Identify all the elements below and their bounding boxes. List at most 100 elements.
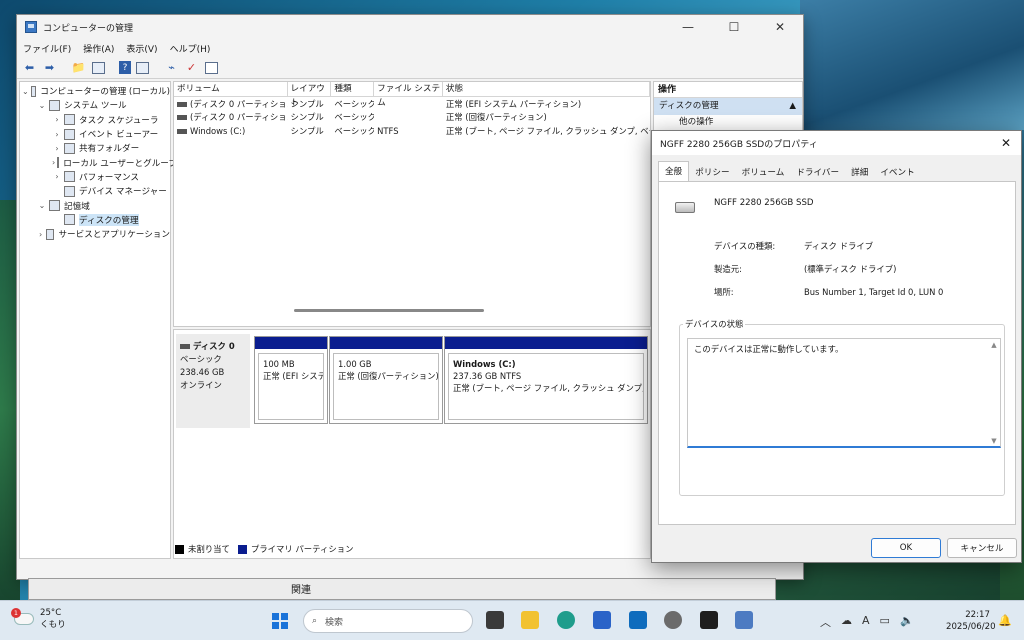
minimize-button[interactable]: — <box>665 15 711 39</box>
menu-action[interactable]: 操作(A) <box>83 42 114 55</box>
table-cell: (ディスク 0 パーティション 1) <box>174 98 288 110</box>
menu-view[interactable]: 表示(V) <box>126 42 157 55</box>
computer-management-taskbar-icon[interactable] <box>735 611 753 629</box>
table-row[interactable]: (ディスク 0 パーティション 3)シンプルベーシック 正常 (回復パーティション… <box>174 111 650 125</box>
menu-file[interactable]: ファイル(F) <box>23 42 71 55</box>
tree-node-icon <box>46 228 55 240</box>
table-cell-text: シンプル <box>290 112 324 123</box>
tree-expander-icon[interactable]: ⌄ <box>37 201 47 210</box>
show-hide-tree-icon[interactable] <box>90 60 107 76</box>
tab-events[interactable]: イベント <box>874 163 920 181</box>
tree-item[interactable]: › イベント ビューアー <box>20 127 170 141</box>
weather-widget[interactable]: 1 25°C くもり <box>11 607 66 631</box>
properties-dialog: NGFF 2280 256GB SSDのプロパティ ✕ 全般 ポリシー ボリュー… <box>651 130 1022 563</box>
tree-item[interactable]: ディスクの管理 <box>20 213 170 227</box>
tree-node-icon <box>64 214 75 226</box>
table-cell: (ディスク 0 パーティション 3) <box>174 111 288 123</box>
tree-node-icon <box>64 114 75 126</box>
chevron-up-icon[interactable]: ︿ <box>820 614 831 630</box>
tree-item[interactable]: › サービスとアプリケーション <box>20 227 170 241</box>
partition-recovery[interactable]: 1.00 GB 正常 (回復パーティション) <box>329 336 443 424</box>
table-row[interactable]: Windows (C:) シンプル ベーシック NTFS 正常 (ブート, ページ ファ… <box>174 124 650 138</box>
show-action-pane-icon[interactable] <box>134 60 151 76</box>
tree-expander-icon[interactable]: ⌄ <box>22 87 29 96</box>
cancel-button[interactable]: キャンセル <box>947 538 1017 558</box>
table-cell: 正常 (ブート, ページ ファイル, クラッシュ ダンプ, ベーシック デ <box>443 125 650 137</box>
settings-gear-icon[interactable] <box>664 611 682 629</box>
scroll-up-icon[interactable]: ▲ <box>989 341 999 349</box>
partition-efi[interactable]: 100 MB 正常 (EFI システム <box>254 336 328 424</box>
tree-node-icon <box>64 185 75 197</box>
col-layout[interactable]: レイアウト <box>288 82 332 108</box>
tree-expander-icon[interactable]: › <box>37 230 44 239</box>
help-icon[interactable]: ? <box>119 61 131 74</box>
tab-policy[interactable]: ポリシー <box>689 163 735 181</box>
ok-button[interactable]: OK <box>871 538 941 558</box>
menu-bar: ファイル(F) 操作(A) 表示(V) ヘルプ(H) <box>17 39 803 57</box>
tree-item[interactable]: ⌄ 記憶域 <box>20 198 170 212</box>
tree-expander-icon[interactable]: › <box>52 115 62 124</box>
edge-icon[interactable] <box>557 611 575 629</box>
col-status[interactable]: 状態 <box>443 82 650 96</box>
table-row[interactable]: (ディスク 0 パーティション 1)シンプルベーシック 正常 (EFI システム … <box>174 97 650 111</box>
tab-details[interactable]: 詳細 <box>845 163 874 181</box>
search-box[interactable]: ⌕ 検索 <box>303 609 473 633</box>
up-folder-icon[interactable]: 📁 <box>70 60 87 76</box>
tree-item[interactable]: ⌄ コンピューターの管理 (ローカル) <box>20 84 170 98</box>
scroll-down-icon[interactable]: ▼ <box>989 437 999 445</box>
tab-general[interactable]: 全般 <box>658 161 690 181</box>
maximize-button[interactable]: ☐ <box>711 15 757 39</box>
disk-0-label[interactable]: ディスク 0 ベーシック 238.46 GB オンライン <box>176 334 250 428</box>
horizontal-scrollbar[interactable] <box>294 309 484 312</box>
tree-expander-icon[interactable]: › <box>52 172 62 181</box>
col-type[interactable]: 種類 <box>331 82 375 96</box>
terminal-icon[interactable] <box>700 611 718 629</box>
actions-more[interactable]: 他の操作 <box>654 115 802 129</box>
notification-bell-icon[interactable]: 🔔 <box>998 614 1012 627</box>
disk-drive-icon <box>675 202 695 213</box>
col-volume[interactable]: ボリューム <box>174 82 288 96</box>
tree-item[interactable]: › 共有フォルダー <box>20 141 170 155</box>
tree-item[interactable]: › タスク スケジューラ <box>20 113 170 127</box>
actions-disk-management[interactable]: ディスクの管理 ▲ <box>654 98 802 115</box>
tree-item[interactable]: › パフォーマンス <box>20 170 170 184</box>
connect-icon[interactable]: ⌁ <box>163 60 180 76</box>
task-view-icon[interactable] <box>486 611 504 629</box>
volume-icon[interactable]: 🔈 <box>900 614 914 630</box>
toolbar: ⬅ ➡ 📁 ? ⌁ ✓ <box>17 57 803 79</box>
tree-item[interactable]: デバイス マネージャー <box>20 184 170 198</box>
file-explorer-icon[interactable] <box>521 611 539 629</box>
tree-item-label: イベント ビューアー <box>79 130 159 141</box>
forward-arrow-icon[interactable]: ➡ <box>41 60 58 76</box>
tree-expander-icon[interactable]: › <box>52 130 62 139</box>
check-icon[interactable]: ✓ <box>183 60 200 76</box>
tree-expander-icon[interactable]: › <box>52 158 55 167</box>
properties-icon[interactable] <box>203 60 220 76</box>
close-button[interactable]: ✕ <box>757 15 803 39</box>
tab-volumes[interactable]: ボリューム <box>736 163 791 181</box>
notification-badge: 1 <box>11 608 21 618</box>
col-filesystem[interactable]: ファイル システム <box>374 82 443 108</box>
outlook-icon[interactable] <box>629 611 647 629</box>
legend-unallocated: 未割り当て <box>188 544 230 554</box>
tree-expander-icon[interactable]: ⌄ <box>37 101 47 110</box>
tree-item[interactable]: ⌄ システム ツール <box>20 98 170 112</box>
start-button[interactable] <box>272 613 288 629</box>
partition-windows-c[interactable]: Windows (C:) 237.36 GB NTFS 正常 (ブート, ページ… <box>444 336 648 424</box>
clock[interactable]: 22:17 2025/06/20 <box>946 609 996 633</box>
store-icon[interactable] <box>593 611 611 629</box>
status-scrollbar[interactable]: ▲ ▼ <box>989 341 999 445</box>
tree-item-label: システム ツール <box>64 101 127 112</box>
dialog-close-icon[interactable]: ✕ <box>1001 136 1011 150</box>
back-arrow-icon[interactable]: ⬅ <box>21 60 38 76</box>
tree-expander-icon[interactable]: › <box>52 144 62 153</box>
network-icon[interactable]: ▭ <box>880 614 890 630</box>
device-status-text[interactable]: このデバイスは正常に動作しています。 ▲ ▼ <box>687 338 1001 448</box>
onedrive-icon[interactable]: ☁ <box>841 614 852 630</box>
table-cell: 正常 (EFI システム パーティション) <box>443 98 650 110</box>
ime-icon[interactable]: A <box>862 614 870 630</box>
menu-help[interactable]: ヘルプ(H) <box>170 42 211 55</box>
tab-driver[interactable]: ドライバー <box>790 163 845 181</box>
tree-node-icon <box>64 142 75 154</box>
tree-item[interactable]: › ローカル ユーザーとグループ <box>20 155 177 169</box>
